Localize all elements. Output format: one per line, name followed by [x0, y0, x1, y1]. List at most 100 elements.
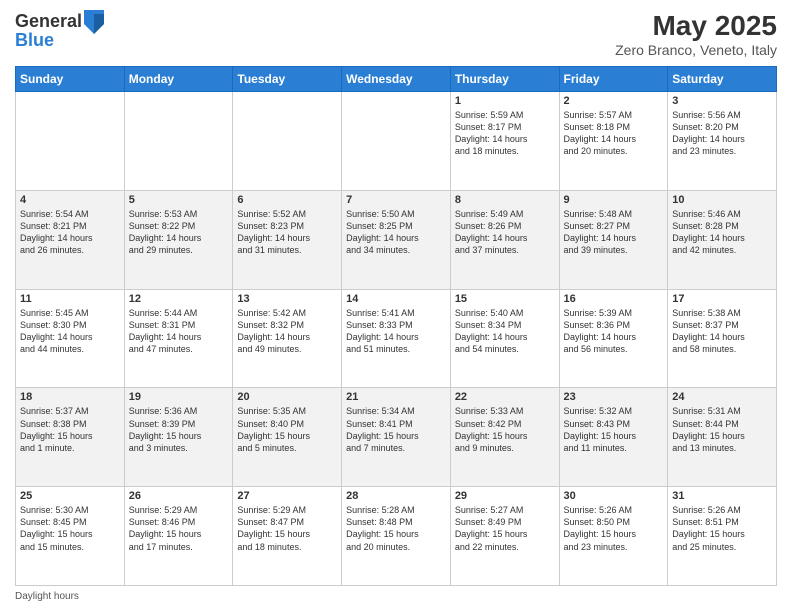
day-info: Sunrise: 5:45 AMSunset: 8:30 PMDaylight:…	[20, 307, 120, 356]
calendar-header-thursday: Thursday	[450, 67, 559, 92]
calendar-cell-4: 4 Sunrise: 5:54 AMSunset: 8:21 PMDaylight…	[16, 190, 125, 289]
day-number: 2	[564, 95, 664, 107]
calendar-cell-15: 15 Sunrise: 5:40 AMSunset: 8:34 PMDayligh…	[450, 289, 559, 388]
calendar-week-5: 25Sunrise: 5:30 AMSunset: 8:45 PMDayligh…	[16, 487, 777, 586]
day-number: 16	[564, 293, 664, 305]
calendar-cell-empty	[342, 92, 451, 191]
day-info: Sunrise: 5:42 AMSunset: 8:32 PMDaylight:…	[237, 307, 337, 356]
calendar-cell-2: 2 Sunrise: 5:57 AMSunset: 8:18 PMDaylight…	[559, 92, 668, 191]
calendar-cell-20: 20 Sunrise: 5:35 AMSunset: 8:40 PMDayligh…	[233, 388, 342, 487]
calendar-header-friday: Friday	[559, 67, 668, 92]
calendar-cell-8: 8 Sunrise: 5:49 AMSunset: 8:26 PMDaylight…	[450, 190, 559, 289]
day-info: Sunrise: 5:26 AMSunset: 8:51 PMDaylight:…	[672, 504, 772, 553]
logo: General Blue	[15, 10, 104, 51]
day-info: Sunrise: 5:44 AMSunset: 8:31 PMDaylight:…	[129, 307, 229, 356]
day-info: Sunrise: 5:29 AMSunset: 8:47 PMDaylight:…	[237, 504, 337, 553]
calendar-cell-26: 26Sunrise: 5:29 AMSunset: 8:46 PMDayligh…	[124, 487, 233, 586]
calendar-cell-27: 27 Sunrise: 5:29 AMSunset: 8:47 PMDayligh…	[233, 487, 342, 586]
day-number: 9	[564, 194, 664, 206]
day-number: 28	[346, 490, 446, 502]
calendar-cell-18: 18 Sunrise: 5:37 AMSunset: 8:38 PMDayligh…	[16, 388, 125, 487]
day-info: Sunrise: 5:26 AMSunset: 8:50 PMDaylight:…	[564, 504, 664, 553]
calendar-cell-17: 17 Sunrise: 5:38 AMSunset: 8:37 PMDayligh…	[668, 289, 777, 388]
calendar-cell-23: 23 Sunrise: 5:32 AMSunset: 8:43 PMDayligh…	[559, 388, 668, 487]
day-info: Sunrise: 5:53 AMSunset: 8:22 PMDaylight:…	[129, 208, 229, 257]
day-number: 11	[20, 293, 120, 305]
day-info: Sunrise: 5:56 AMSunset: 8:20 PMDaylight:…	[672, 109, 772, 158]
day-info: Sunrise: 5:50 AMSunset: 8:25 PMDaylight:…	[346, 208, 446, 257]
page: General Blue May 2025 Zero Branco, Venet…	[0, 0, 792, 612]
day-number: 19	[129, 391, 229, 403]
day-number: 23	[564, 391, 664, 403]
day-number: 30	[564, 490, 664, 502]
subtitle: Zero Branco, Veneto, Italy	[615, 42, 777, 58]
day-number: 29	[455, 490, 555, 502]
day-number: 26	[129, 490, 229, 502]
calendar-week-1: 1Sunrise: 5:59 AMSunset: 8:17 PMDaylight…	[16, 92, 777, 191]
calendar-cell-29: 29 Sunrise: 5:27 AMSunset: 8:49 PMDayligh…	[450, 487, 559, 586]
day-number: 13	[237, 293, 337, 305]
calendar-cell-5: 5Sunrise: 5:53 AMSunset: 8:22 PMDaylight…	[124, 190, 233, 289]
day-info: Sunrise: 5:32 AMSunset: 8:43 PMDaylight:…	[564, 405, 664, 454]
calendar-cell-22: 22 Sunrise: 5:33 AMSunset: 8:42 PMDayligh…	[450, 388, 559, 487]
day-info: Sunrise: 5:35 AMSunset: 8:40 PMDaylight:…	[237, 405, 337, 454]
calendar-cell-empty	[233, 92, 342, 191]
calendar-cell-21: 21Sunrise: 5:34 AMSunset: 8:41 PMDayligh…	[342, 388, 451, 487]
logo-general: General	[15, 12, 82, 32]
day-info: Sunrise: 5:39 AMSunset: 8:36 PMDaylight:…	[564, 307, 664, 356]
calendar-cell-14: 14 Sunrise: 5:41 AMSunset: 8:33 PMDayligh…	[342, 289, 451, 388]
day-info: Sunrise: 5:38 AMSunset: 8:37 PMDaylight:…	[672, 307, 772, 356]
main-title: May 2025	[615, 10, 777, 42]
day-info: Sunrise: 5:46 AMSunset: 8:28 PMDaylight:…	[672, 208, 772, 257]
footer-text: Daylight hours	[15, 591, 79, 602]
day-number: 6	[237, 194, 337, 206]
calendar-cell-25: 25Sunrise: 5:30 AMSunset: 8:45 PMDayligh…	[16, 487, 125, 586]
day-info: Sunrise: 5:33 AMSunset: 8:42 PMDaylight:…	[455, 405, 555, 454]
day-info: Sunrise: 5:49 AMSunset: 8:26 PMDaylight:…	[455, 208, 555, 257]
calendar-header-sunday: Sunday	[16, 67, 125, 92]
day-number: 14	[346, 293, 446, 305]
day-number: 20	[237, 391, 337, 403]
calendar-week-3: 11 Sunrise: 5:45 AMSunset: 8:30 PMDayligh…	[16, 289, 777, 388]
logo-icon	[84, 10, 104, 34]
calendar-cell-12: 12Sunrise: 5:44 AMSunset: 8:31 PMDayligh…	[124, 289, 233, 388]
calendar-cell-9: 9 Sunrise: 5:48 AMSunset: 8:27 PMDaylight…	[559, 190, 668, 289]
day-info: Sunrise: 5:41 AMSunset: 8:33 PMDaylight:…	[346, 307, 446, 356]
title-block: May 2025 Zero Branco, Veneto, Italy	[615, 10, 777, 58]
day-number: 18	[20, 391, 120, 403]
day-number: 4	[20, 194, 120, 206]
calendar-cell-24: 24Sunrise: 5:31 AMSunset: 8:44 PMDayligh…	[668, 388, 777, 487]
day-number: 1	[455, 95, 555, 107]
day-number: 3	[672, 95, 772, 107]
day-info: Sunrise: 5:57 AMSunset: 8:18 PMDaylight:…	[564, 109, 664, 158]
day-info: Sunrise: 5:28 AMSunset: 8:48 PMDaylight:…	[346, 504, 446, 553]
calendar-week-4: 18 Sunrise: 5:37 AMSunset: 8:38 PMDayligh…	[16, 388, 777, 487]
header: General Blue May 2025 Zero Branco, Venet…	[15, 10, 777, 58]
calendar-header-tuesday: Tuesday	[233, 67, 342, 92]
day-info: Sunrise: 5:30 AMSunset: 8:45 PMDaylight:…	[20, 504, 120, 553]
day-info: Sunrise: 5:37 AMSunset: 8:38 PMDaylight:…	[20, 405, 120, 454]
day-info: Sunrise: 5:52 AMSunset: 8:23 PMDaylight:…	[237, 208, 337, 257]
day-number: 7	[346, 194, 446, 206]
calendar-cell-empty	[16, 92, 125, 191]
calendar-cell-16: 16 Sunrise: 5:39 AMSunset: 8:36 PMDayligh…	[559, 289, 668, 388]
calendar-header-row: SundayMondayTuesdayWednesdayThursdayFrid…	[16, 67, 777, 92]
day-info: Sunrise: 5:48 AMSunset: 8:27 PMDaylight:…	[564, 208, 664, 257]
day-info: Sunrise: 5:31 AMSunset: 8:44 PMDaylight:…	[672, 405, 772, 454]
day-number: 22	[455, 391, 555, 403]
calendar-cell-11: 11 Sunrise: 5:45 AMSunset: 8:30 PMDayligh…	[16, 289, 125, 388]
footer: Daylight hours	[15, 591, 777, 602]
day-number: 15	[455, 293, 555, 305]
day-info: Sunrise: 5:54 AMSunset: 8:21 PMDaylight:…	[20, 208, 120, 257]
calendar-cell-19: 19Sunrise: 5:36 AMSunset: 8:39 PMDayligh…	[124, 388, 233, 487]
calendar-header-wednesday: Wednesday	[342, 67, 451, 92]
calendar-header-monday: Monday	[124, 67, 233, 92]
day-number: 8	[455, 194, 555, 206]
day-number: 17	[672, 293, 772, 305]
calendar-cell-6: 6 Sunrise: 5:52 AMSunset: 8:23 PMDaylight…	[233, 190, 342, 289]
day-info: Sunrise: 5:27 AMSunset: 8:49 PMDaylight:…	[455, 504, 555, 553]
calendar-cell-30: 30 Sunrise: 5:26 AMSunset: 8:50 PMDayligh…	[559, 487, 668, 586]
day-info: Sunrise: 5:40 AMSunset: 8:34 PMDaylight:…	[455, 307, 555, 356]
calendar-header-saturday: Saturday	[668, 67, 777, 92]
day-number: 27	[237, 490, 337, 502]
